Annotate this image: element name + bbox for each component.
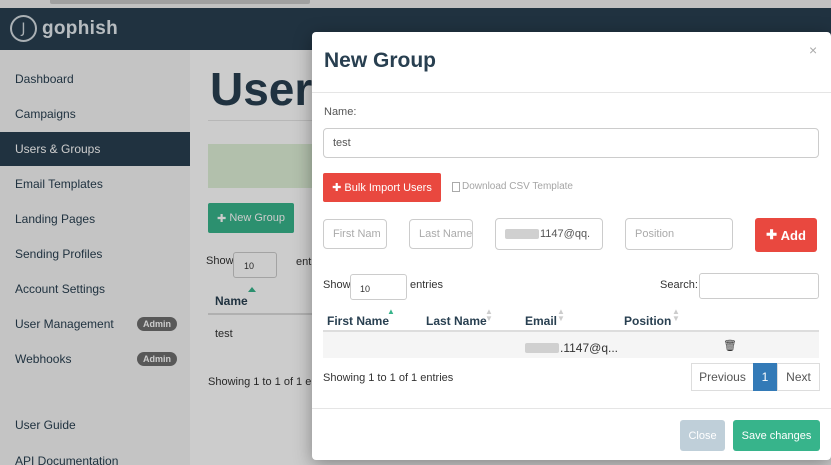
show-label: Show <box>323 279 351 291</box>
last-name-input[interactable]: Last Name <box>409 219 473 249</box>
first-name-input[interactable]: First Nam <box>323 219 387 249</box>
modal-title: New Group <box>324 49 437 72</box>
download-csv-link[interactable]: Download CSV Template <box>452 181 573 192</box>
add-label: Add <box>780 227 806 243</box>
email-cell-value: .1147@q... <box>560 341 618 355</box>
column-header-first-name[interactable]: First Name <box>327 314 389 328</box>
email-value: 1147@qq. <box>540 228 591 240</box>
save-changes-button[interactable]: Save changes <box>733 420 820 451</box>
search-label: Search: <box>660 279 698 291</box>
pager-next[interactable]: Next <box>777 363 820 391</box>
bulk-import-button[interactable]: ✚ Bulk Import Users <box>323 173 441 202</box>
position-input[interactable]: Position <box>625 218 733 250</box>
sort-both-icon: ▲ ▼ <box>557 307 565 323</box>
name-label: Name: <box>324 106 357 118</box>
file-icon <box>452 181 460 192</box>
table-cell-email: .1147@q... <box>525 341 618 355</box>
plus-icon: ✚ <box>332 182 345 194</box>
page-length-select[interactable]: 10 <box>350 274 407 300</box>
redacted-text <box>505 229 539 239</box>
column-header-position[interactable]: Position <box>624 314 671 328</box>
email-input[interactable]: 1147@qq. <box>495 218 603 250</box>
column-header-last-name[interactable]: Last Name <box>426 314 487 328</box>
close-button[interactable]: Close <box>680 420 725 451</box>
download-csv-label: Download CSV Template <box>462 181 573 192</box>
sort-both-icon: ▲ ▼ <box>672 307 680 323</box>
close-icon[interactable]: × <box>809 42 817 58</box>
sort-both-icon: ▲ ▼ <box>485 307 493 323</box>
table-info: Showing 1 to 1 of 1 entries <box>323 372 454 384</box>
entries-label: entries <box>410 279 444 291</box>
new-group-modal: New Group × Name: test ✚ Bulk Import Use… <box>312 32 831 460</box>
pager-previous[interactable]: Previous <box>691 363 754 391</box>
add-user-button[interactable]: ✚ Add <box>755 218 817 252</box>
plus-icon: ✚ <box>766 227 781 242</box>
sort-asc-icon: ▲ <box>387 307 395 316</box>
redacted-text <box>525 343 559 353</box>
modal-header-divider <box>312 92 831 93</box>
group-name-input[interactable]: test <box>323 128 819 158</box>
bulk-import-label: Bulk Import Users <box>344 181 432 194</box>
trash-icon[interactable]: 🗑 <box>723 339 737 352</box>
pager-current[interactable]: 1 <box>753 363 777 391</box>
column-header-email[interactable]: Email <box>525 314 557 328</box>
modal-footer-divider <box>312 408 831 409</box>
search-input[interactable] <box>699 273 819 299</box>
